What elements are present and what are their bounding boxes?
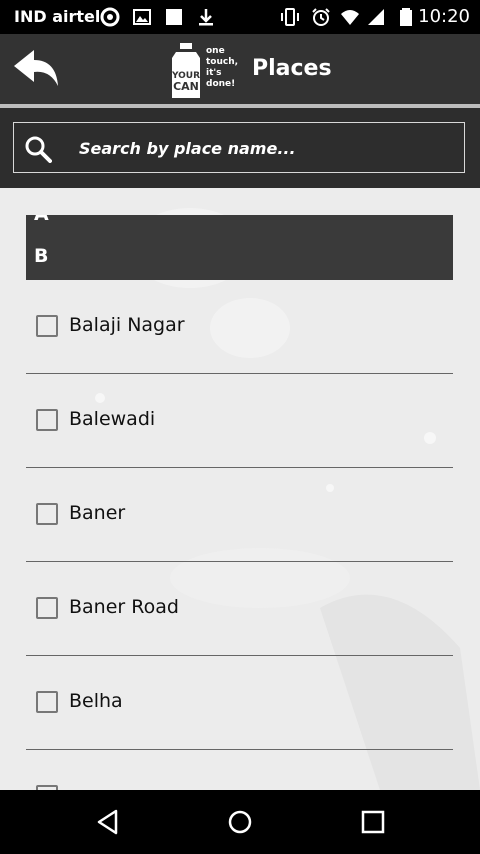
place-checkbox[interactable] — [36, 503, 58, 525]
search-bar — [0, 108, 480, 188]
place-label: Balaji Nagar — [69, 314, 185, 336]
battery-icon — [400, 8, 412, 26]
place-item-partial[interactable] — [26, 750, 453, 790]
vibrate-icon — [281, 8, 299, 26]
alarm-icon — [312, 8, 330, 26]
place-checkbox[interactable] — [36, 315, 58, 337]
place-item-balewadi[interactable]: Balewadi — [26, 374, 453, 468]
place-checkbox[interactable] — [36, 409, 58, 431]
signal-icon — [368, 9, 384, 25]
place-checkbox[interactable] — [36, 691, 58, 713]
carrier-name: IND airtel — [14, 7, 101, 26]
sync-icon — [100, 7, 120, 27]
place-label: Belha — [69, 690, 123, 712]
place-label: Balewadi — [69, 408, 156, 430]
clock: 10:20 — [418, 6, 470, 27]
logo-tagline: one touch, it's done! — [206, 46, 239, 89]
place-item-baner-road[interactable]: Baner Road — [26, 562, 453, 656]
notification-square-icon — [166, 9, 182, 25]
home-circle-icon[interactable] — [226, 808, 254, 836]
svg-text:CAN: CAN — [173, 80, 199, 93]
download-icon — [199, 9, 213, 26]
app-bar: YOUR CAN one touch, it's done! Places — [0, 34, 480, 104]
search-box[interactable] — [13, 122, 465, 173]
section-header: A B — [26, 215, 453, 280]
back-triangle-icon[interactable] — [94, 808, 122, 836]
place-item-balaji-nagar[interactable]: Balaji Nagar — [26, 280, 453, 374]
wifi-icon — [341, 10, 359, 25]
section-letter-b: B — [34, 245, 49, 267]
back-arrow-icon[interactable] — [12, 48, 62, 90]
navigation-bar — [0, 790, 480, 854]
search-icon — [25, 136, 52, 163]
place-checkbox[interactable] — [36, 597, 58, 619]
section-letter-a: A — [34, 215, 49, 225]
place-label: Baner Road — [69, 596, 179, 618]
water-can-icon: YOUR CAN — [171, 43, 200, 98]
recents-square-icon[interactable] — [359, 808, 387, 836]
places-list[interactable]: A B Balaji Nagar Balewadi Baner Baner Ro… — [0, 188, 480, 790]
place-item-baner[interactable]: Baner — [26, 468, 453, 562]
place-label: Baner — [69, 502, 126, 524]
page-title: Places — [252, 56, 332, 81]
status-bar: IND airtel 10:20 — [0, 0, 480, 34]
place-item-belha[interactable]: Belha — [26, 656, 453, 750]
search-input[interactable] — [79, 133, 449, 163]
gallery-icon — [133, 9, 151, 25]
app-logo: YOUR CAN one touch, it's done! — [168, 42, 240, 100]
